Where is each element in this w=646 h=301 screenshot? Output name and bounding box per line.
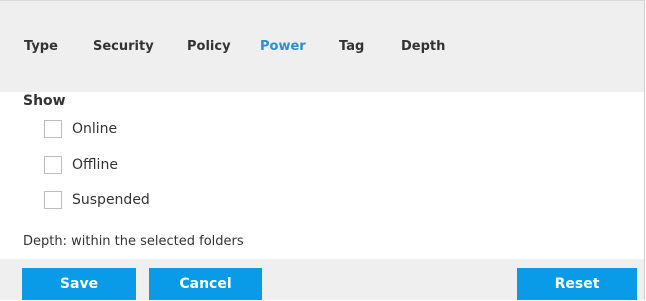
tab-bar: Type Security Policy Power Tag Depth — [0, 0, 644, 92]
tab-type[interactable]: Type — [24, 39, 58, 54]
online-option[interactable]: Online — [44, 119, 117, 139]
suspended-label: Suspended — [72, 192, 150, 208]
depth-description: Depth: within the selected folders — [23, 234, 244, 249]
online-checkbox[interactable] — [44, 120, 62, 138]
button-bar: Save Cancel Reset — [0, 259, 644, 300]
offline-checkbox[interactable] — [44, 156, 62, 174]
tab-policy[interactable]: Policy — [187, 39, 231, 54]
reset-button[interactable]: Reset — [517, 268, 637, 300]
tab-power[interactable]: Power — [260, 39, 306, 54]
show-heading: Show — [23, 93, 66, 109]
save-button[interactable]: Save — [22, 268, 136, 300]
suspended-option[interactable]: Suspended — [44, 190, 150, 210]
tab-depth[interactable]: Depth — [401, 39, 445, 54]
filter-panel: Type Security Policy Power Tag Depth Sho… — [0, 0, 645, 300]
tab-tag[interactable]: Tag — [339, 39, 364, 54]
offline-label: Offline — [72, 157, 118, 173]
cancel-button[interactable]: Cancel — [149, 268, 262, 300]
tab-security[interactable]: Security — [93, 39, 154, 54]
suspended-checkbox[interactable] — [44, 191, 62, 209]
online-label: Online — [72, 121, 118, 137]
offline-option[interactable]: Offline — [44, 155, 118, 175]
